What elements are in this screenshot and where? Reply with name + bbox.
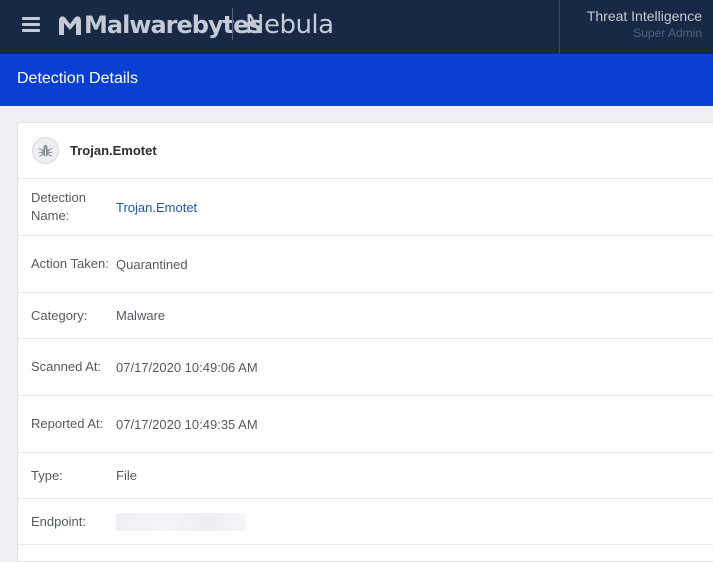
hamburger-menu-icon[interactable] — [22, 17, 40, 32]
bug-icon — [32, 137, 59, 164]
detail-label: Action Taken: — [31, 256, 109, 271]
detail-label: Detection Name: — [31, 190, 86, 223]
detail-row-action-taken: Action Taken: Quarantined — [18, 236, 713, 293]
account-role: Super Admin — [633, 26, 702, 40]
detail-row-category: Category: Malware — [18, 293, 713, 339]
detail-row-endpoint: Endpoint: — [18, 499, 713, 545]
brand-logo[interactable]: Malwarebytes — [57, 8, 263, 42]
detection-details-card: Trojan.Emotet Detection Name: Trojan.Emo… — [17, 122, 713, 562]
malwarebytes-logo-icon — [59, 16, 81, 35]
detail-value: 07/17/2020 10:49:06 AM — [116, 359, 258, 375]
detail-label: Scanned At: — [31, 359, 102, 374]
redacted-endpoint-name — [116, 512, 246, 531]
detail-label: Type: — [31, 467, 63, 483]
detail-row-type: Type: File — [18, 453, 713, 499]
account-name: Threat Intelligence — [586, 8, 702, 24]
page-title: Detection Details — [17, 70, 138, 87]
detail-row-scanned-at: Scanned At: 07/17/2020 10:49:06 AM — [18, 339, 713, 396]
detection-name-link[interactable]: Trojan.Emotet — [116, 200, 197, 215]
detail-row-reported-at: Reported At: 07/17/2020 10:49:35 AM — [18, 396, 713, 453]
page-title-bar: Detection Details — [0, 54, 713, 106]
detail-label: Reported At: — [31, 416, 104, 431]
top-navigation-bar: Malwarebytes Nebula Threat Intelligence … — [0, 0, 713, 54]
detail-value: 07/17/2020 10:49:35 AM — [116, 416, 258, 432]
detail-label: Category: — [31, 307, 88, 323]
detail-row-detection-name: Detection Name: Trojan.Emotet — [18, 179, 713, 236]
detail-value: File — [116, 468, 137, 483]
detail-label: Endpoint: — [31, 513, 86, 529]
detail-value: Quarantined — [116, 256, 188, 272]
card-header: Trojan.Emotet — [18, 123, 713, 179]
brand-divider — [232, 8, 233, 40]
account-menu[interactable]: Threat Intelligence Super Admin — [587, 7, 702, 41]
brand-name: Malwarebytes — [84, 11, 263, 39]
endpoint-value[interactable] — [116, 512, 246, 531]
detection-heading: Trojan.Emotet — [70, 143, 157, 158]
detail-value: Malware — [116, 308, 166, 323]
product-name: Nebula — [245, 10, 334, 40]
header-separator — [559, 0, 560, 54]
